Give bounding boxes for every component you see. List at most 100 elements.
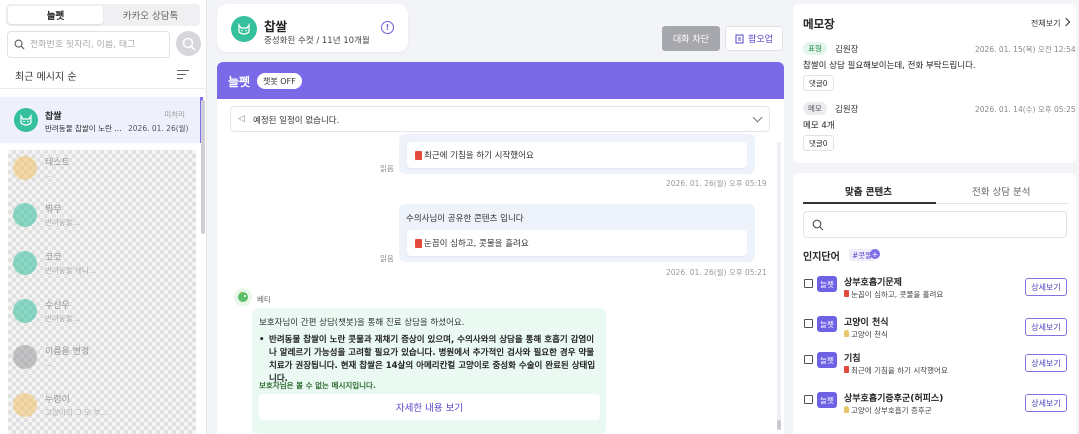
message-card-text: 눈꼽이 심하고, 콧물을 흘려요 [424,239,529,249]
avatar [13,345,37,369]
read-receipt: 읽음 [380,164,394,173]
bot-summary: 반려동물 찹쌀이 노란 콧물과 재채기 증상이 있으며, 수의사와의 상담을 통… [259,334,599,386]
shared-content-title: 수의사님이 공유한 콘텐츠 입니다 [406,214,524,224]
avatar [13,203,37,227]
memo-tag: 표형 [803,42,827,55]
list-item-preview: 반려동물... [45,218,80,227]
conversation-preview: 반려동물 찹쌀이 노란 콧... [45,124,123,133]
memo-reply-button[interactable]: 댓글0 [803,75,834,91]
row-title: 상부호흡기증후군(허피스) [844,394,944,404]
detail-button[interactable]: 상세보기 [1025,318,1067,336]
tab-kakao[interactable]: 카카오 상담톡 [103,6,198,24]
row-subtitle-text: 고양이 천식 [851,330,888,339]
detail-button[interactable]: 상세보기 [1025,354,1067,372]
memo-reply-button[interactable]: 댓글0 [803,135,834,151]
content-search [803,211,1067,238]
row-checkbox[interactable] [804,395,813,404]
list-item-preview: 반려동물... [45,314,80,323]
list-item[interactable]: 코코 반려동물 캐니... [8,245,196,285]
row-subtitle-text: 눈꼽이 심하고, 콧물을 흘려요 [851,290,944,299]
tab-custom-content[interactable]: 맞춤 콘텐츠 [845,184,892,198]
popup-button[interactable]: 팝오업 [725,26,783,51]
cat-icon [238,23,250,35]
row-subtitle: 눈꼽이 심하고, 콧물을 흘려요 [844,289,943,300]
message-timestamp: 2026. 01. 26(월) 오후 05:19 [666,179,767,188]
list-item-preview: ... [45,170,53,179]
row-badge: 늘펫 [817,316,837,332]
row-subtitle-text: 최근에 기침을 하기 시작했어요 [851,366,948,375]
pet-name: 찹쌀 [264,19,288,34]
info-icon[interactable]: ! [381,21,394,34]
patient-header: 찹쌀 중성화된 수컷 / 11년 10개월 ! [217,4,408,52]
view-detail-button[interactable]: 자세한 내용 보기 [259,394,600,420]
row-checkbox[interactable] [804,319,813,328]
schedule-dropdown[interactable]: ◁ 예정된 일정이 없습니다. [230,106,770,132]
list-item[interactable]: 테스트 ... [8,150,196,190]
chat-scrollbar[interactable] [777,142,781,430]
medical-icon [844,290,849,297]
memo-body: 찹쌀이 상담 필요해보이는데, 전화 부탁드립니다. [803,61,976,71]
list-item[interactable]: 뭐무 반려동물... [8,197,196,237]
tab-call-analysis[interactable]: 전화 상담 분석 [972,184,1030,198]
keyword-title: 인지단어 [803,252,840,263]
tab-nulpet[interactable]: 늘펫 [8,6,103,24]
message-card[interactable]: 눈꼽이 심하고, 콧물을 흘려요 [407,230,747,256]
chatbot-toggle[interactable]: 챗봇 OFF [257,73,302,89]
list-item[interactable]: 수선우 반려동물... [8,293,196,333]
list-item-name: 뭐무 [45,205,62,215]
list-item-name: 코코 [45,253,62,263]
scrollbar-thumb[interactable] [777,420,781,430]
bot-name: 베티 [257,295,271,304]
avatar [13,156,37,180]
tab-active-indicator [803,202,936,204]
search-button[interactable] [176,31,201,56]
list-item[interactable]: 이름을 변경 ... [8,339,196,379]
view-all-link[interactable]: 전체보기 [1031,18,1069,29]
memo-date: 2026. 01. 14(수) 오후 05:25 [975,105,1076,114]
detail-button[interactable]: 상세보기 [1025,278,1067,296]
memo-date: 2026. 01. 15(목) 오전 12:54 [975,45,1076,54]
sort-icon[interactable] [177,70,189,80]
row-badge: 늘펫 [817,392,837,408]
search-input[interactable] [30,39,160,50]
chevron-down-icon [752,112,763,123]
list-item-name: 이름을 변경 [45,347,90,357]
row-badge: 늘펫 [817,352,837,368]
dino-icon [238,291,248,302]
row-subtitle: 고양이 상부호흡기 증후군 [844,405,932,416]
chat-header: 늘펫 챗봇 OFF [217,62,784,99]
block-chat-button[interactable]: 대화 차단 [662,26,720,51]
list-item-name: 누렁이 [45,395,70,405]
memo-author: 김원장 [835,105,859,115]
add-keyword-icon[interactable]: + [870,249,880,259]
search-icon [14,39,25,50]
read-receipt: 읽음 [380,254,394,263]
avatar [13,299,37,323]
detail-button[interactable]: 상세보기 [1025,394,1067,412]
list-item-preview: 고양이의 그 모 부... [45,408,108,417]
content-search-input[interactable] [828,218,1058,228]
conversation-date: 2026. 01. 26(월) [128,124,189,133]
divider [0,88,207,89]
bot-message: 보호자님이 간편 상담(챗봇)을 통해 진료 상담을 하셨어요. 반려동물 찹쌀… [252,308,606,434]
avatar [13,393,37,417]
list-item[interactable]: 누렁이 고양이의 그 모 부... [8,387,196,427]
bot-avatar [234,288,252,306]
row-title: 기침 [844,354,861,364]
list-item-name: 수선우 [45,301,70,311]
schedule-text: 예정된 일정이 없습니다. [253,116,340,126]
pet-avatar-large [231,16,257,42]
chat-title: 늘펫 [228,75,251,89]
popup-icon [735,34,744,43]
memo-title: 메모장 [803,17,835,31]
bot-intro: 보호자님이 간편 상담(챗봇)을 통해 진료 상담을 하셨어요. [259,318,465,328]
chat-search-icon [182,37,196,51]
message-card[interactable]: 최근에 기침을 하기 시작했어요 [407,142,747,168]
row-checkbox[interactable] [804,279,813,288]
memo-body: 메모 4개 [803,121,835,131]
bot-note: 보호자님은 볼 수 없는 메시지입니다. [259,381,376,390]
bulb-icon [844,330,849,337]
row-checkbox[interactable] [804,355,813,364]
sidebar-scrollbar[interactable] [201,100,205,234]
chat-panel: 늘펫 챗봇 OFF ◁ 예정된 일정이 없습니다. 최근에 기침을 하기 시작했… [217,62,784,434]
